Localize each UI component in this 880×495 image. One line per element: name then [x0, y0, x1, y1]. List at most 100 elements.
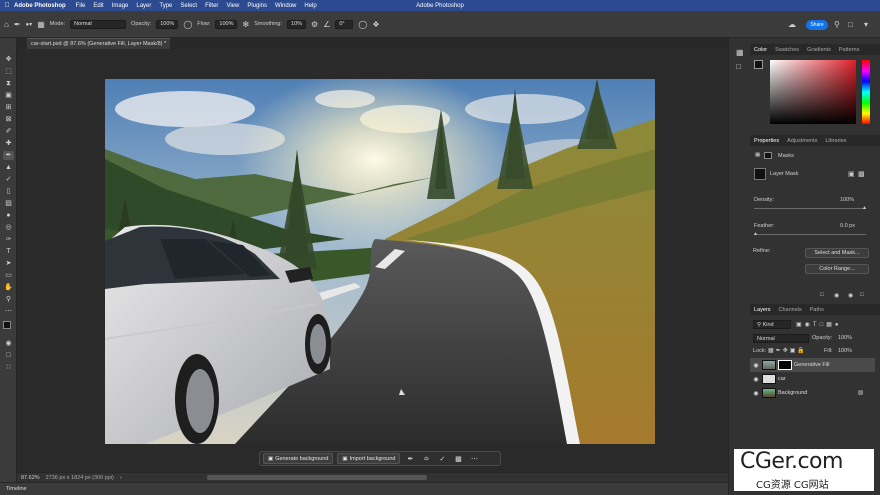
- tab-swatches[interactable]: Swatches: [771, 47, 803, 53]
- timeline-panel-tab[interactable]: Timeline: [0, 482, 728, 495]
- tab-paths[interactable]: Paths: [806, 307, 828, 313]
- history-brush-icon[interactable]: ✓: [3, 175, 14, 184]
- density-value[interactable]: 100%: [840, 197, 854, 203]
- select-and-mask-button[interactable]: Select and Mask...: [805, 248, 869, 258]
- eraser-tool-icon[interactable]: ▯: [3, 187, 14, 196]
- blur-tool-icon[interactable]: ●: [3, 211, 14, 220]
- menu-type[interactable]: Type: [159, 3, 172, 9]
- mask-type-icon[interactable]: [764, 152, 772, 159]
- app-name-menu[interactable]: Adobe Photoshop: [14, 3, 66, 9]
- foreground-color-swatch[interactable]: [3, 321, 11, 329]
- menu-select[interactable]: Select: [180, 3, 197, 9]
- workspace-menu-icon[interactable]: ▾: [864, 20, 868, 29]
- apple-icon[interactable]: : [0, 2, 14, 9]
- feather-slider[interactable]: [754, 234, 866, 235]
- layer-row-generative-fill[interactable]: ◉ Generative Fill: [750, 358, 875, 372]
- type-tool-icon[interactable]: T: [3, 247, 14, 256]
- tab-layers[interactable]: Layers: [750, 307, 775, 313]
- tab-properties[interactable]: Properties: [750, 138, 783, 144]
- screen-mode-icon[interactable]: □: [3, 351, 14, 360]
- brush-icon[interactable]: ✒: [404, 455, 416, 463]
- dodge-tool-icon[interactable]: ◎: [3, 223, 14, 232]
- hand-tool-icon[interactable]: ✋: [3, 283, 14, 292]
- lock-icons[interactable]: ▦✒✥▣🔒: [768, 347, 807, 354]
- lasso-tool-icon[interactable]: ⧗: [3, 79, 14, 88]
- adjust-icon[interactable]: ≏: [420, 455, 432, 463]
- airbrush-icon[interactable]: ✻: [242, 20, 249, 29]
- quick-mask-icon[interactable]: ◉: [3, 339, 14, 348]
- tab-libraries[interactable]: Libraries: [821, 138, 850, 144]
- brush-preset-icon[interactable]: ●▾: [26, 21, 33, 28]
- menu-image[interactable]: Image: [112, 3, 129, 9]
- layer-row-car[interactable]: ◉ car: [750, 372, 875, 386]
- home-icon[interactable]: ⌂: [4, 20, 9, 29]
- move-tool-icon[interactable]: ✥: [3, 55, 14, 64]
- color-picker-field[interactable]: [770, 60, 856, 124]
- frames-icon[interactable]: ∷: [3, 363, 14, 372]
- object-select-tool-icon[interactable]: ▣: [3, 91, 14, 100]
- document-canvas-image[interactable]: [105, 79, 655, 444]
- cloud-icon[interactable]: ☁: [788, 20, 796, 29]
- foreground-color-chip[interactable]: [754, 60, 763, 69]
- eye-icon[interactable]: ◉: [750, 376, 762, 383]
- brush-tool-icon[interactable]: ✒: [14, 20, 21, 29]
- path-select-tool-icon[interactable]: ➤: [3, 259, 14, 268]
- angle-input[interactable]: 0°: [335, 19, 354, 29]
- import-background-button[interactable]: ▣ Import background: [337, 453, 401, 464]
- eye-icon[interactable]: ◉: [750, 390, 762, 397]
- tab-patterns[interactable]: Patterns: [835, 47, 863, 53]
- symmetry-icon[interactable]: ❖: [372, 20, 379, 29]
- density-slider[interactable]: [754, 208, 866, 209]
- brush-tool-icon[interactable]: ✒: [3, 151, 14, 160]
- frame-tool-icon[interactable]: ⊠: [3, 115, 14, 124]
- search-icon[interactable]: ⚲: [834, 20, 840, 29]
- shape-tool-icon[interactable]: ▭: [3, 271, 14, 280]
- pixel-mask-icon[interactable]: ▦: [755, 152, 760, 158]
- more-tools-icon[interactable]: ⋯: [3, 307, 14, 316]
- more-options-icon[interactable]: ⋯: [468, 455, 480, 463]
- gear-icon[interactable]: ⚙: [311, 20, 318, 29]
- gradient-tool-icon[interactable]: ▨: [3, 199, 14, 208]
- delete-mask-icon[interactable]: □: [860, 292, 864, 298]
- mode-select[interactable]: Normal: [70, 19, 127, 29]
- zoom-level[interactable]: 87.62%: [21, 475, 40, 481]
- eyedropper-tool-icon[interactable]: ✐: [3, 127, 14, 136]
- smoothing-input[interactable]: 10%: [287, 19, 307, 29]
- comments-icon[interactable]: □: [736, 62, 741, 71]
- blend-mode-select[interactable]: Normal: [753, 334, 809, 343]
- tab-color[interactable]: Color: [750, 47, 771, 53]
- layer-row-background[interactable]: ◉ Background ▨: [750, 386, 875, 400]
- select-mask-icon[interactable]: ▣: [848, 170, 855, 178]
- menu-edit[interactable]: Edit: [93, 3, 103, 9]
- history-icon[interactable]: ▦: [736, 48, 744, 57]
- feather-value[interactable]: 0.0 px: [840, 223, 855, 229]
- marquee-tool-icon[interactable]: ⬚: [3, 67, 14, 76]
- opacity-input[interactable]: 100%: [156, 19, 179, 29]
- density-slider-handle[interactable]: ▲: [862, 205, 867, 211]
- tab-adjustments[interactable]: Adjustments: [783, 138, 821, 144]
- layer-filter-icons[interactable]: ▣◉T□▦●: [796, 321, 842, 328]
- mask-brush-icon[interactable]: ✓: [436, 455, 448, 463]
- menu-help[interactable]: Help: [304, 3, 316, 9]
- load-selection-icon[interactable]: □: [820, 292, 824, 298]
- flow-input[interactable]: 100%: [215, 19, 238, 29]
- hue-slider[interactable]: [862, 60, 870, 124]
- mask-visibility-icon[interactable]: ◉: [848, 292, 853, 299]
- pressure-size-icon[interactable]: ◯: [358, 20, 367, 29]
- feather-slider-handle[interactable]: ▲: [753, 231, 758, 237]
- document-info[interactable]: 2736 px x 1824 px (300 ppi): [46, 475, 114, 481]
- horizontal-scrollbar[interactable]: [207, 475, 427, 480]
- layer-filter-select[interactable]: ⚲ Kind: [753, 320, 791, 329]
- generate-background-button[interactable]: ▣ Generate background: [263, 453, 334, 464]
- layer-opacity-value[interactable]: 100%: [838, 335, 852, 341]
- mask-icon[interactable]: ▩: [452, 455, 464, 463]
- crop-tool-icon[interactable]: ⊞: [3, 103, 14, 112]
- tab-gradients[interactable]: Gradients: [803, 47, 835, 53]
- stamp-tool-icon[interactable]: ▲: [3, 163, 14, 172]
- brush-settings-icon[interactable]: ▦: [37, 20, 45, 29]
- healing-tool-icon[interactable]: ✚: [3, 139, 14, 148]
- pen-tool-icon[interactable]: ✑: [3, 235, 14, 244]
- zoom-tool-icon[interactable]: ⚲: [3, 295, 14, 304]
- canvas-area[interactable]: ▣ Generate background ▣ Import backgroun…: [17, 49, 728, 472]
- menu-layer[interactable]: Layer: [136, 3, 151, 9]
